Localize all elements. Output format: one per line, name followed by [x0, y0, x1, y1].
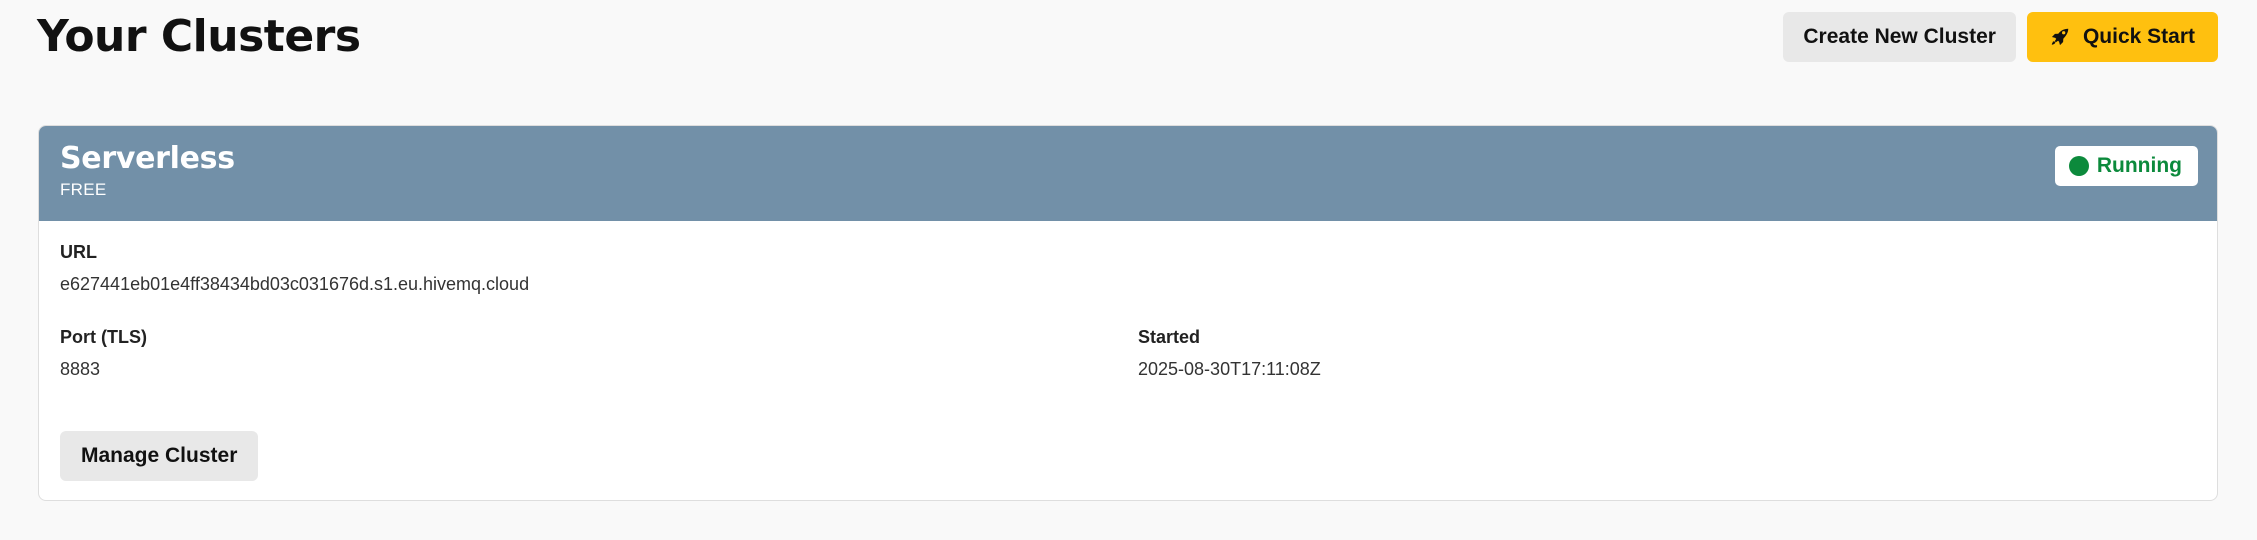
- port-value: 8883: [60, 359, 101, 379]
- status-dot-icon: [2068, 156, 2089, 176]
- cluster-plan: FREE: [60, 180, 107, 199]
- status-text: Running: [2096, 154, 2182, 177]
- cluster-card-header: Serverless FREE Running: [39, 126, 2217, 221]
- started-label: Started: [1138, 327, 1201, 347]
- cluster-card: Serverless FREE Running URL e627441eb01e…: [38, 125, 2218, 501]
- quick-start-label: Quick Start: [2082, 25, 2195, 48]
- url-label: URL: [60, 242, 97, 262]
- cluster-name: Serverless: [60, 141, 235, 176]
- manage-cluster-label: Manage Cluster: [81, 444, 238, 467]
- header-actions: Create New Cluster Quick Start: [1783, 12, 2218, 62]
- started-value: 2025-08-30T17:11:08Z: [1138, 359, 1321, 379]
- create-new-cluster-label: Create New Cluster: [1803, 25, 1996, 48]
- create-new-cluster-button[interactable]: Create New Cluster: [1783, 12, 2016, 62]
- quick-start-button[interactable]: Quick Start: [2026, 12, 2218, 62]
- port-label: Port (TLS): [60, 327, 147, 347]
- rocket-icon: [2049, 26, 2071, 48]
- url-value: e627441eb01e4ff38434bd03c031676d.s1.eu.h…: [60, 274, 530, 294]
- status-badge: Running: [2054, 146, 2198, 186]
- manage-cluster-button[interactable]: Manage Cluster: [60, 431, 259, 481]
- page-title: Your Clusters: [37, 11, 361, 62]
